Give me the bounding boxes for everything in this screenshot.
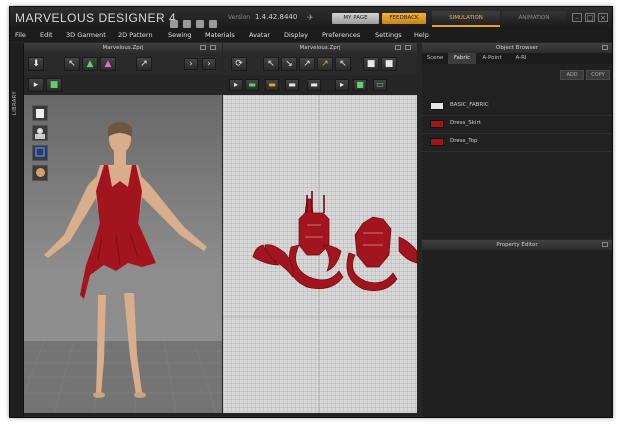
- edit-sewing-icon[interactable]: ▬: [265, 79, 279, 91]
- panel-float-icon[interactable]: [200, 45, 206, 50]
- reset-2d-icon[interactable]: ⟳: [231, 57, 247, 71]
- edit-curve-point-icon[interactable]: ↖: [335, 57, 351, 71]
- title-bar: MARVELOUS DESIGNER 4 Version 1.4.42.8440…: [10, 7, 612, 29]
- tab-a-ri[interactable]: A-RI: [508, 53, 534, 64]
- minimize-icon[interactable]: –: [572, 13, 582, 22]
- app-window: MARVELOUS DESIGNER 4 Version 1.4.42.8440…: [9, 6, 613, 418]
- simulation-mode-tab[interactable]: SIMULATION: [432, 11, 500, 27]
- menu-edit[interactable]: Edit: [40, 31, 53, 39]
- fabric-row[interactable]: Dress_Skirt: [422, 115, 612, 134]
- menu-2d-pattern[interactable]: 2D Pattern: [118, 31, 153, 39]
- my-page-button[interactable]: MY PAGE: [332, 13, 379, 24]
- redo-icon[interactable]: [209, 20, 217, 28]
- tab-scene[interactable]: Scene: [422, 53, 448, 64]
- library-label: LIBRARY: [12, 91, 18, 116]
- property-editor-panel: Property Editor: [422, 240, 612, 417]
- arrangement-point-icon[interactable]: ▸: [28, 78, 44, 92]
- scene-3d: [24, 122, 222, 413]
- reset-avatar-icon[interactable]: ■: [46, 78, 62, 92]
- viewport-2d[interactable]: [223, 95, 417, 413]
- toolbar-3d-row2: ▸ ■: [24, 75, 222, 95]
- panel-close-icon[interactable]: [602, 45, 608, 50]
- fabric-swatch: [430, 102, 444, 110]
- fabric-name: Dress_Skirt: [450, 120, 481, 126]
- pin-icon[interactable]: ✈: [307, 13, 316, 22]
- library-tab[interactable]: LIBRARY: [10, 43, 24, 417]
- simulate-arrow-icon[interactable]: ⬇: [28, 57, 44, 71]
- internal-line-icon[interactable]: ■: [353, 79, 367, 91]
- feedback-button[interactable]: FEEDBACK: [382, 13, 426, 24]
- panel-3d-title: Marvelous.Zprj: [24, 43, 222, 53]
- select-mesh-icon[interactable]: ▲: [82, 57, 98, 71]
- menu-sewing[interactable]: Sewing: [168, 31, 192, 39]
- pattern-canvas: [223, 95, 417, 413]
- segment-sewing-icon[interactable]: ▸: [229, 79, 243, 91]
- object-browser-panel: Object Browser Scene Fabric A-Point A-RI…: [422, 43, 612, 239]
- tab-fabric[interactable]: Fabric: [448, 53, 476, 64]
- fabric-name: Dress_Top: [450, 138, 478, 144]
- viewport-3d[interactable]: [24, 95, 222, 413]
- fabric-swatch: [430, 138, 444, 146]
- panel-close-icon[interactable]: [405, 45, 411, 50]
- version-value: 1.4.42.8440: [255, 13, 298, 21]
- object-browser-tabs: Scene Fabric A-Point A-RI: [422, 53, 612, 64]
- toolbar-3d: ⬇ ↖ ▲ ▲ ↗ › ›: [24, 53, 222, 75]
- menu-materials[interactable]: Materials: [205, 31, 235, 39]
- new-file-icon[interactable]: [170, 20, 178, 28]
- menu-bar: File Edit 3D Garment 2D Pattern Sewing M…: [10, 29, 612, 42]
- copy-fabric-button[interactable]: COPY: [586, 70, 610, 80]
- panel-2d-title: Marvelous.Zprj: [223, 43, 417, 53]
- menu-help[interactable]: Help: [414, 31, 429, 39]
- edit-curvature-icon[interactable]: ↗: [299, 57, 315, 71]
- toolbar-more-icon[interactable]: ›: [202, 58, 216, 70]
- menu-3d-garment[interactable]: 3D Garment: [66, 31, 106, 39]
- open-file-icon[interactable]: [183, 20, 191, 28]
- maximize-icon[interactable]: □: [585, 13, 595, 22]
- rectangle-icon[interactable]: ■: [363, 57, 379, 71]
- pattern-pieces: [252, 198, 417, 291]
- menu-display[interactable]: Display: [284, 31, 308, 39]
- toolbar-2d-row2: ▸ ▬ ▬ ▬ ▬ ▸ ■ ▭: [223, 75, 417, 95]
- property-editor-title: Property Editor: [422, 240, 612, 250]
- floor-grid: [24, 340, 222, 413]
- layer-icon[interactable]: ▸: [335, 79, 349, 91]
- panel-close-icon[interactable]: [210, 45, 216, 50]
- polygon-icon[interactable]: ■: [381, 57, 397, 71]
- undo-icon[interactable]: [196, 20, 204, 28]
- toolbar-2d: ⟳ ↖ ↘ ↗ ↗ ↖ ■ ■: [223, 53, 417, 75]
- close-icon[interactable]: ×: [598, 13, 608, 22]
- transform-icon[interactable]: ↗: [136, 57, 152, 71]
- panel-float-icon[interactable]: [395, 45, 401, 50]
- add-point-icon[interactable]: ↗: [317, 57, 333, 71]
- transform-pattern-icon[interactable]: ↖: [263, 57, 279, 71]
- pin-tool-icon[interactable]: ▬: [307, 79, 321, 91]
- add-fabric-button[interactable]: ADD: [560, 70, 584, 80]
- fabric-row[interactable]: Dress_Top: [422, 133, 612, 152]
- menu-file[interactable]: File: [15, 31, 26, 39]
- panel-3d-view: Marvelous.Zprj ⬇ ↖ ▲ ▲ ↗ › › ▸ ■: [24, 43, 222, 417]
- panel-2d-view: Marvelous.Zprj ⟳ ↖ ↘ ↗ ↗ ↖ ■ ■ ▸ ▬ ▬ ▬ ▬…: [223, 43, 417, 417]
- fold-arrangement-icon[interactable]: ▲: [100, 57, 116, 71]
- app-title: MARVELOUS DESIGNER 4: [15, 11, 177, 25]
- object-browser-title: Object Browser: [422, 43, 612, 53]
- tab-a-point[interactable]: A-Point: [476, 53, 508, 64]
- menu-settings[interactable]: Settings: [375, 31, 402, 39]
- animation-mode-tab[interactable]: ANIMATION: [502, 11, 566, 25]
- menu-preferences[interactable]: Preferences: [322, 31, 360, 39]
- panel-close-icon[interactable]: [602, 242, 608, 247]
- select-move-icon[interactable]: ↖: [64, 57, 80, 71]
- menu-avatar[interactable]: Avatar: [249, 31, 270, 39]
- toolbar-expand-icon[interactable]: ›: [184, 58, 198, 70]
- trace-icon[interactable]: ▭: [373, 79, 387, 91]
- version-label: Version: [228, 14, 251, 21]
- fabric-name: BASIC_FABRIC: [450, 102, 489, 108]
- fabric-swatch: [430, 120, 444, 128]
- free-sewing-icon[interactable]: ▬: [245, 79, 259, 91]
- edit-pattern-icon[interactable]: ↘: [281, 57, 297, 71]
- tack-icon[interactable]: ▬: [285, 79, 299, 91]
- fabric-row[interactable]: BASIC_FABRIC: [422, 97, 612, 116]
